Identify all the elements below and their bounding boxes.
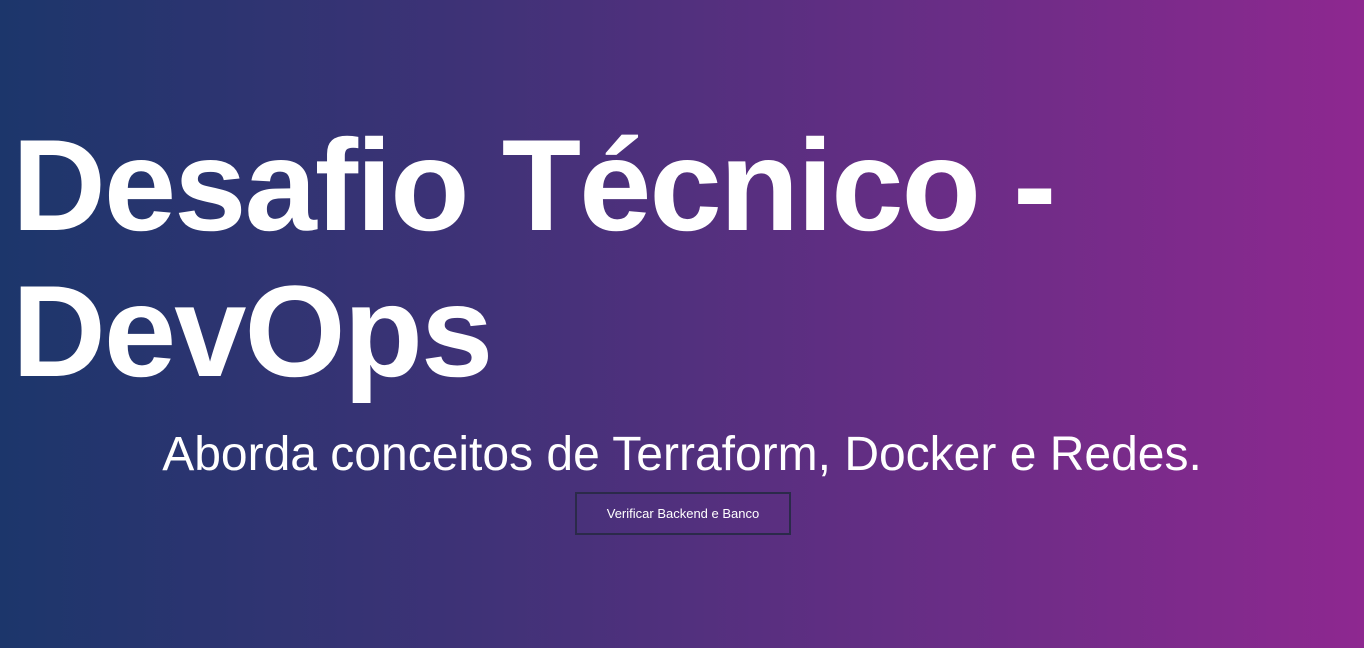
page-subtitle: Aborda conceitos de Terraform, Docker e …: [162, 428, 1202, 481]
hero-section: Desafio Técnico - DevOps Aborda conceito…: [0, 0, 1364, 648]
check-backend-button[interactable]: Verificar Backend e Banco: [575, 492, 791, 535]
page-title: Desafio Técnico - DevOps: [12, 112, 1056, 404]
